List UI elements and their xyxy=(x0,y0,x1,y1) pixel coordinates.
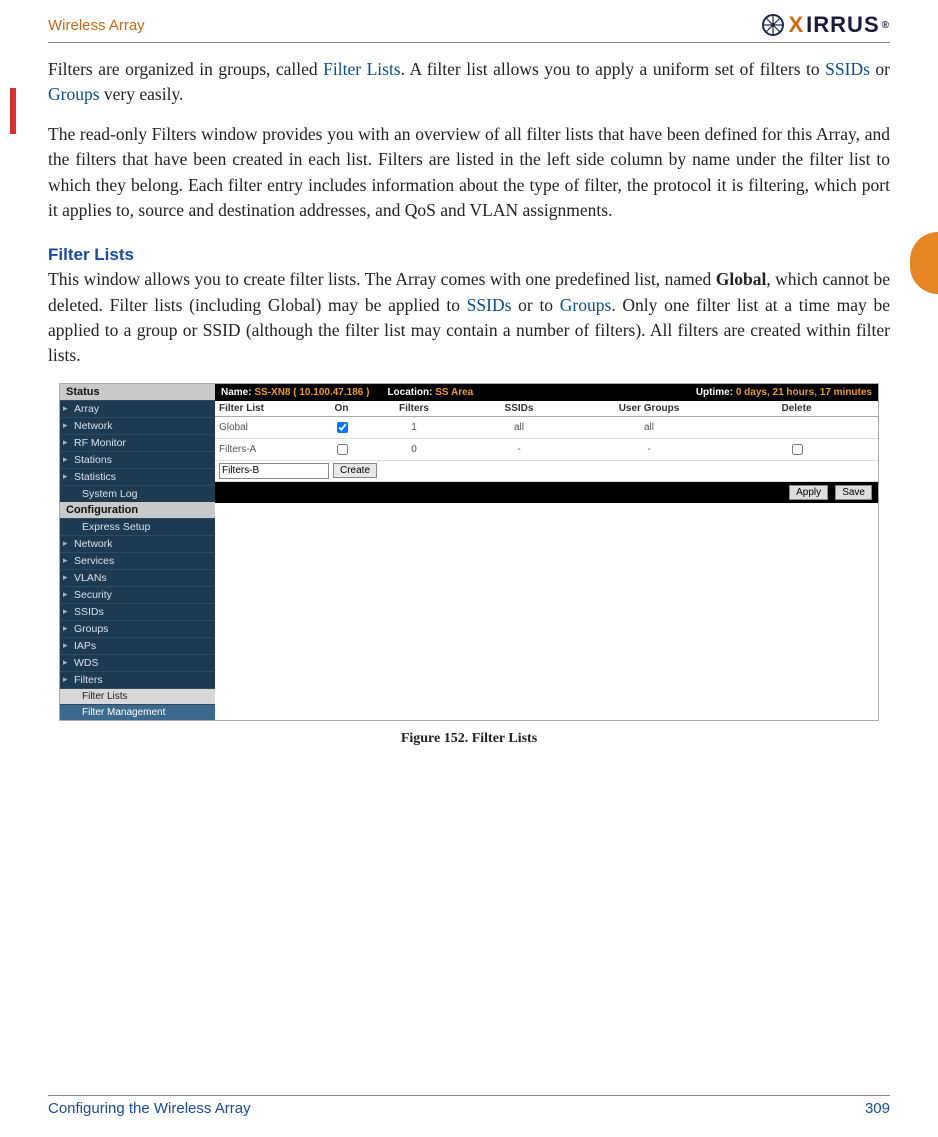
header-title: Wireless Array xyxy=(48,17,145,34)
cell-filters: 1 xyxy=(369,422,459,433)
delete-checkbox[interactable] xyxy=(792,444,803,455)
cell-name[interactable]: Filters-A xyxy=(219,444,314,455)
intro-paragraph-2: The read-only Filters window provides yo… xyxy=(48,122,890,224)
figure-caption: Figure 152. Filter Lists xyxy=(48,731,890,747)
create-button[interactable]: Create xyxy=(333,463,377,478)
footer-page-number: 309 xyxy=(865,1100,890,1117)
nav-item-services[interactable]: Services xyxy=(60,552,215,569)
nav-item-wds[interactable]: WDS xyxy=(60,654,215,671)
save-button[interactable]: Save xyxy=(835,485,872,500)
new-filter-row: Create xyxy=(215,461,878,482)
change-bar xyxy=(10,88,16,134)
logo-text: IRRUS xyxy=(806,12,879,38)
nav-item-security[interactable]: Security xyxy=(60,586,215,603)
col-filters: Filters xyxy=(369,403,459,414)
nav-item-vlans[interactable]: VLANs xyxy=(60,569,215,586)
nav-item-ssids[interactable]: SSIDs xyxy=(60,603,215,620)
filter-lists-paragraph: This window allows you to create filter … xyxy=(48,267,890,369)
section-heading-filter-lists: Filter Lists xyxy=(48,245,890,265)
link-filter-lists[interactable]: Filter Lists xyxy=(323,59,400,79)
brand-logo: XIRRUS® xyxy=(762,12,890,38)
nav-item-stations[interactable]: Stations xyxy=(60,451,215,468)
cell-name[interactable]: Global xyxy=(219,422,314,433)
logo-text-x: X xyxy=(788,12,804,38)
logo-trademark: ® xyxy=(882,20,890,31)
nav-item-statistics[interactable]: Statistics xyxy=(60,468,215,485)
cell-groups: all xyxy=(579,422,719,433)
nav-item-iaps[interactable]: IAPs xyxy=(60,637,215,654)
page-footer: Configuring the Wireless Array 309 xyxy=(48,1095,890,1117)
apply-button[interactable]: Apply xyxy=(789,485,828,500)
section-tab xyxy=(910,232,938,294)
nav-item-system-log[interactable]: System Log xyxy=(60,485,215,502)
col-user-groups: User Groups xyxy=(579,403,719,414)
figure-screenshot: Status Array Network RF Monitor Stations… xyxy=(59,383,879,721)
nav-item-array[interactable]: Array xyxy=(60,400,215,417)
logo-icon xyxy=(762,14,784,36)
link-ssids[interactable]: SSIDs xyxy=(825,59,870,79)
intro-paragraph-1: Filters are organized in groups, called … xyxy=(48,57,890,108)
nav-item-filters[interactable]: Filters xyxy=(60,671,215,688)
page-header: Wireless Array XIRRUS® xyxy=(48,12,890,43)
nav-heading-configuration: Configuration xyxy=(60,502,215,518)
link-ssids-2[interactable]: SSIDs xyxy=(467,295,512,315)
nav-sub-filter-management[interactable]: Filter Management xyxy=(60,704,215,720)
col-delete: Delete xyxy=(719,403,874,414)
on-checkbox[interactable] xyxy=(337,444,348,455)
nav-panel: Status Array Network RF Monitor Stations… xyxy=(60,384,215,720)
main-panel: Name: SS-XN8 ( 10.100.47.186 ) Location:… xyxy=(215,384,878,720)
on-checkbox[interactable] xyxy=(337,422,348,433)
status-location: SS Area xyxy=(435,387,473,398)
col-filter-list: Filter List xyxy=(219,403,314,414)
global-list-name: Global xyxy=(716,269,767,289)
table-header-row: Filter List On Filters SSIDs User Groups… xyxy=(215,401,878,417)
link-groups-2[interactable]: Groups xyxy=(560,295,612,315)
cell-ssids: all xyxy=(459,422,579,433)
nav-heading-status: Status xyxy=(60,384,215,400)
nav-item-express-setup[interactable]: Express Setup xyxy=(60,518,215,535)
nav-item-rf-monitor[interactable]: RF Monitor xyxy=(60,434,215,451)
new-filter-name-input[interactable] xyxy=(219,463,329,479)
status-uptime: 0 days, 21 hours, 17 minutes xyxy=(736,387,872,398)
nav-item-groups[interactable]: Groups xyxy=(60,620,215,637)
footer-section: Configuring the Wireless Array xyxy=(48,1100,251,1117)
table-row: Global 1 all all xyxy=(215,417,878,439)
nav-item-config-network[interactable]: Network xyxy=(60,535,215,552)
cell-filters: 0 xyxy=(369,444,459,455)
col-on: On xyxy=(314,403,369,414)
status-bar: Name: SS-XN8 ( 10.100.47.186 ) Location:… xyxy=(215,384,878,401)
cell-groups: - xyxy=(579,444,719,455)
link-groups[interactable]: Groups xyxy=(48,84,100,104)
nav-item-network[interactable]: Network xyxy=(60,417,215,434)
col-ssids: SSIDs xyxy=(459,403,579,414)
table-row: Filters-A 0 - - xyxy=(215,439,878,461)
status-name: SS-XN8 ( 10.100.47.186 ) xyxy=(254,387,369,398)
nav-sub-filter-lists[interactable]: Filter Lists xyxy=(60,688,215,704)
cell-ssids: - xyxy=(459,444,579,455)
action-bar: Apply Save xyxy=(215,482,878,503)
